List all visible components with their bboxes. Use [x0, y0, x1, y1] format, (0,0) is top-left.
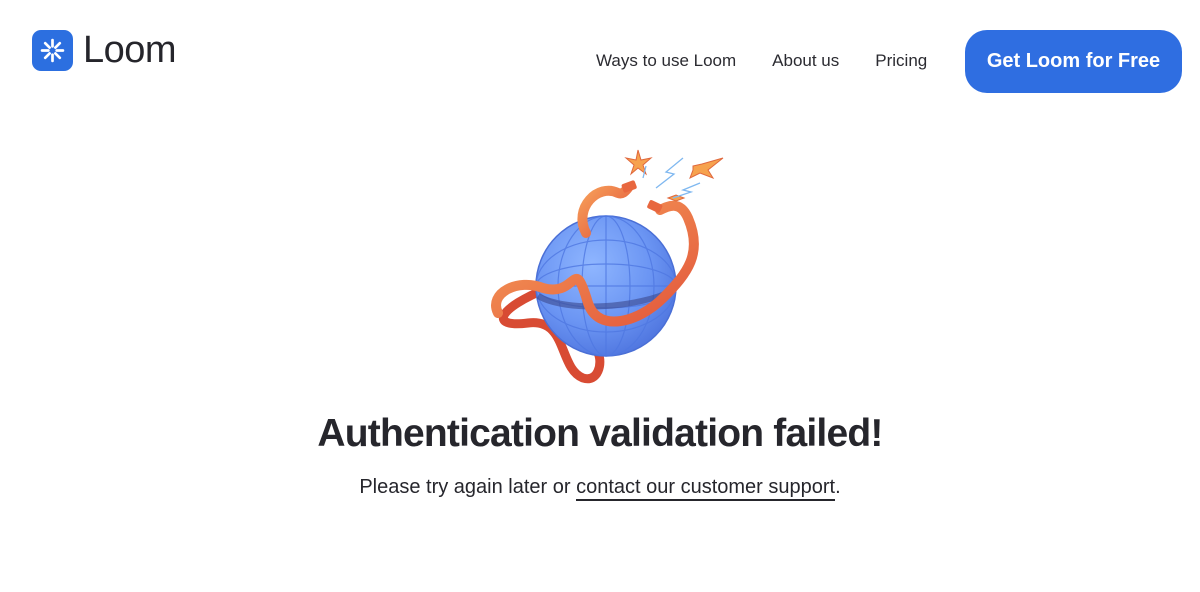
nav-about-us[interactable]: About us [772, 48, 839, 74]
error-title: Authentication validation failed! [317, 412, 883, 455]
site-header: Loom Ways to use Loom About us Pricing G… [0, 0, 1200, 120]
error-page: Loom Ways to use Loom About us Pricing G… [0, 0, 1200, 592]
main-nav: Ways to use Loom About us Pricing [596, 48, 927, 74]
broken-globe-cable-illustration [488, 138, 738, 388]
get-loom-free-button[interactable]: Get Loom for Free [965, 30, 1182, 93]
error-message: Please try again later or contact our cu… [0, 472, 1200, 502]
message-prefix: Please try again later or [359, 476, 577, 498]
nav-pricing[interactable]: Pricing [875, 48, 927, 74]
message-suffix: . [835, 476, 841, 498]
loom-asterisk-icon [32, 30, 73, 71]
nav-ways-to-use-loom[interactable]: Ways to use Loom [596, 48, 736, 74]
loom-logo-link[interactable]: Loom [32, 29, 177, 71]
logo-wordmark: Loom [83, 29, 177, 71]
contact-support-link[interactable]: contact our customer support [576, 476, 836, 501]
